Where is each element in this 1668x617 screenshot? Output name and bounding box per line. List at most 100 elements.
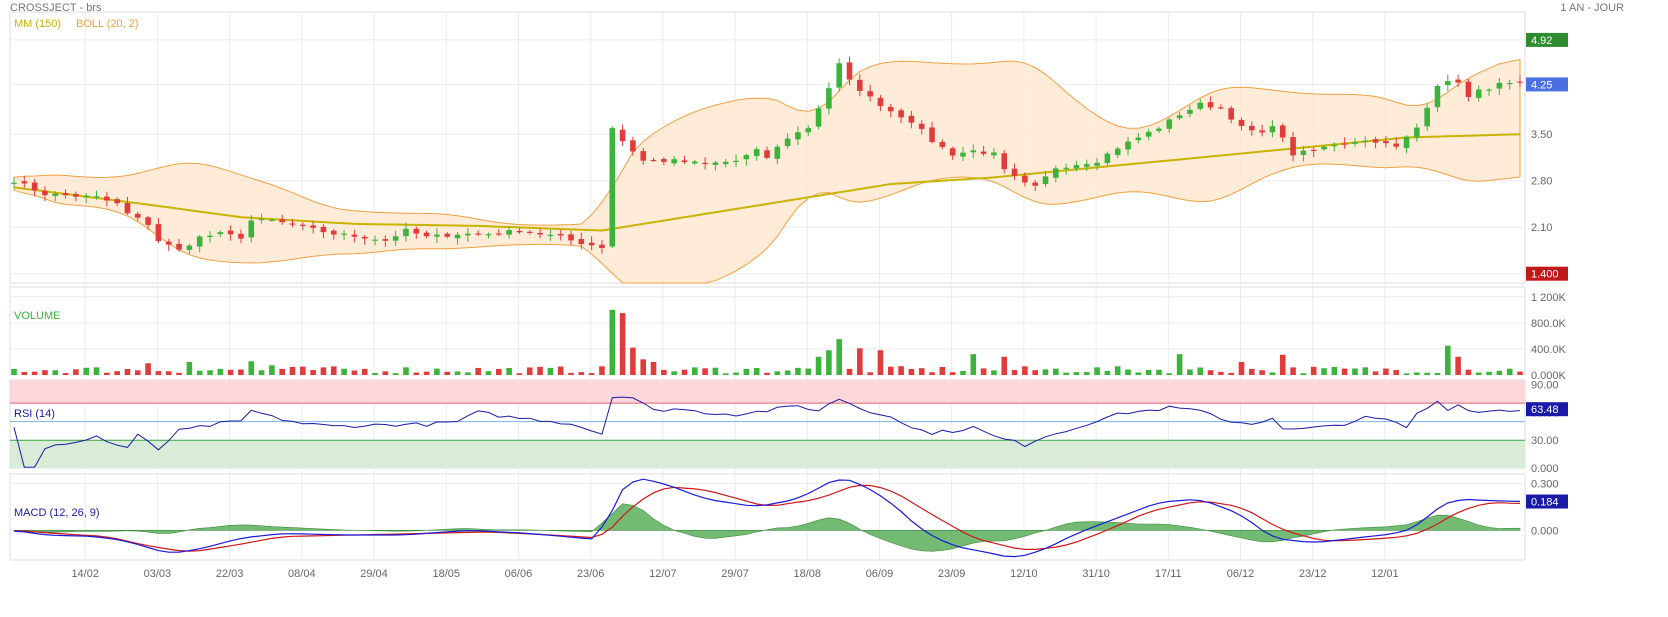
candle-body <box>475 233 481 235</box>
volume-bar <box>1455 356 1461 375</box>
candle-body <box>104 196 110 201</box>
candle-body <box>1321 146 1327 150</box>
volume-bar <box>908 368 915 375</box>
candle-body <box>238 233 244 239</box>
candle-body <box>1176 115 1183 119</box>
volume-bar <box>702 368 708 375</box>
volume-bar <box>83 367 90 375</box>
volume-bar <box>1176 354 1183 375</box>
rsi-oversold-zone <box>10 440 1525 468</box>
volume-bar <box>1321 368 1327 375</box>
candle-body <box>1145 131 1152 137</box>
candle-body <box>1465 81 1472 97</box>
x-tick-label: 06/06 <box>505 568 533 580</box>
candle-body <box>857 79 863 91</box>
volume-bar <box>805 368 812 375</box>
candle-body <box>1187 109 1193 114</box>
candle-body <box>465 233 471 236</box>
price-tick-label: 2.80 <box>1531 176 1552 188</box>
volume-bar <box>846 368 853 375</box>
volume-bar <box>1238 361 1245 375</box>
volume-bar <box>671 371 677 375</box>
candle-body <box>1104 153 1111 164</box>
candle-body <box>485 234 492 236</box>
candle-body <box>320 226 327 233</box>
candle-body <box>640 151 647 161</box>
candle-body <box>124 203 131 214</box>
candle-body <box>691 161 698 164</box>
candle-body <box>537 232 543 235</box>
volume-bar <box>330 366 337 375</box>
candle-body <box>351 234 358 237</box>
volume-bar <box>826 350 832 375</box>
rsi-tick-label: 30.00 <box>1531 435 1559 447</box>
volume-bar <box>1145 369 1152 375</box>
candle-body <box>867 91 873 97</box>
volume-bar <box>217 368 224 375</box>
candle-body <box>1444 81 1451 86</box>
volume-bar <box>1475 372 1482 375</box>
rsi-tick-label: 0.000 <box>1531 463 1559 475</box>
candle-body <box>588 242 595 246</box>
volume-bar <box>1094 367 1100 375</box>
candle-body <box>578 239 585 245</box>
volume-bar <box>186 361 193 375</box>
candle-body <box>11 182 17 184</box>
volume-bar <box>1135 372 1142 375</box>
x-tick-label: 22/03 <box>216 568 244 580</box>
rsi-panel: RSI (14) 90.0060.0030.000.000 <box>10 380 1559 475</box>
candle-body <box>52 193 59 196</box>
candle-body <box>1496 82 1503 89</box>
volume-bar <box>1290 367 1296 375</box>
candle-body <box>1372 139 1379 143</box>
stock-chart[interactable]: MM (150) BOLL (20, 2) 4.25 3.50 2.80 2.10 V… <box>0 0 1668 617</box>
volume-bar <box>413 372 420 375</box>
candle-body <box>609 128 616 247</box>
candle-body <box>341 233 347 235</box>
volume-bar <box>320 367 327 375</box>
volume-bar <box>547 367 554 375</box>
candle-body <box>1238 119 1245 126</box>
candle-body <box>269 219 275 222</box>
candle-body <box>898 110 904 118</box>
volume-bar <box>1393 370 1400 375</box>
x-tick-label: 08/04 <box>288 568 316 580</box>
candle-body <box>753 149 760 157</box>
x-tick-label: 12/01 <box>1371 568 1399 580</box>
panel-frame <box>9 473 1526 561</box>
volume-bar <box>145 363 151 375</box>
candle-body <box>1125 141 1131 150</box>
x-tick-label: 12/10 <box>1010 568 1038 580</box>
volume-bar <box>423 371 430 375</box>
volume-bar <box>630 347 636 375</box>
price-tick-label: 2.10 <box>1531 222 1552 234</box>
candle-body <box>300 224 306 226</box>
x-tick-label: 18/08 <box>793 568 821 580</box>
candle-body <box>1063 167 1069 169</box>
volume-bar <box>207 370 213 375</box>
volume-bar <box>465 372 471 375</box>
volume-bar <box>1444 345 1451 375</box>
candle-body <box>1166 119 1173 129</box>
volume-bar <box>1403 373 1410 375</box>
volume-bar <box>1424 372 1430 375</box>
candle-body <box>1114 148 1121 156</box>
volume-bar <box>681 369 688 375</box>
volume-bar <box>104 372 110 375</box>
candle-body <box>1486 89 1492 91</box>
x-tick-label: 03/03 <box>144 568 172 580</box>
x-tick-label: 12/07 <box>649 568 677 580</box>
candle-body <box>795 132 801 140</box>
candle-body <box>506 230 512 235</box>
candle-body <box>1094 162 1100 166</box>
candle-body <box>1197 102 1204 109</box>
candle-body <box>681 160 688 163</box>
volume-bar <box>1228 372 1234 375</box>
volume-bar <box>537 366 543 375</box>
volume-tick-label: 400.0K <box>1531 344 1567 356</box>
macd-tick-label: 0.000 <box>1531 525 1559 537</box>
candle-body <box>1517 81 1523 83</box>
volume-bar <box>1083 372 1090 375</box>
volume-bar <box>1434 372 1441 375</box>
volume-bar <box>898 366 904 375</box>
